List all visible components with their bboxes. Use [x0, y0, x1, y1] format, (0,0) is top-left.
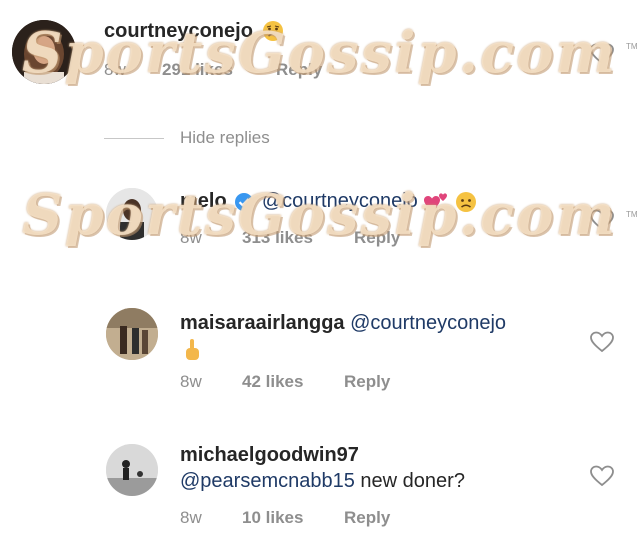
hide-replies-divider [104, 138, 164, 139]
trademark-mark: TM [626, 210, 638, 219]
sad-face-emoji [455, 191, 476, 212]
comment-meta: 8w 10 likes Reply [180, 508, 480, 530]
reply-button[interactable]: Reply [354, 228, 400, 248]
avatar-maisaraairlangga[interactable] [106, 308, 158, 360]
comment-line-melo: melo @courtneyconejo [180, 190, 477, 213]
heart-icon[interactable] [589, 330, 615, 354]
comment-meta: 8w 42 likes Reply [180, 372, 480, 394]
comment-michaelgoodwin97: michaelgoodwin97 @pearsemcnabb15 new don… [0, 436, 640, 546]
avatar-melo[interactable] [106, 188, 158, 240]
sad-face-emoji [262, 20, 284, 47]
heart-icon[interactable] [589, 464, 615, 488]
reply-button[interactable]: Reply [344, 372, 390, 392]
two-hearts-emoji [424, 193, 448, 211]
comment-maisaraairlangga: maisaraairlangga @courtneyconejo 8w 42 l… [0, 300, 640, 400]
comment-time: 8w [180, 228, 202, 247]
comment-time: 8w [180, 372, 202, 391]
mention-courtneyconejo[interactable]: @courtneyconejo [350, 312, 506, 334]
comment-time: 8w [104, 60, 126, 79]
trademark-mark: TM [626, 42, 638, 51]
middle-finger-emoji [186, 339, 199, 360]
heart-icon[interactable] [589, 208, 615, 232]
username-maisaraairlangga[interactable]: maisaraairlangga [180, 312, 345, 334]
heart-icon[interactable] [589, 42, 615, 66]
comment-body: new doner? [360, 470, 465, 492]
likes-count[interactable]: 291 likes [162, 60, 233, 80]
comment-line-maisaraairlangga: maisaraairlangga @courtneyconejo [180, 312, 506, 335]
username-courtneyconejo[interactable]: courtneyconejo [104, 20, 253, 43]
likes-count[interactable]: 10 likes [242, 508, 303, 528]
comment-text-michaelgoodwin97: @pearsemcnabb15 new doner? [180, 470, 465, 493]
mention-pearsemcnabb15[interactable]: @pearsemcnabb15 [180, 470, 355, 492]
comment-meta: 8w 313 likes Reply [180, 228, 480, 250]
avatar-michaelgoodwin97[interactable] [106, 444, 158, 496]
verified-badge-icon [235, 192, 254, 211]
comment-meta: 8w 291 likes Reply [104, 60, 404, 82]
comment-melo: melo @courtneyconejo 8w 313 likes Reply [0, 180, 640, 260]
avatar-courtneyconejo[interactable] [12, 20, 76, 84]
reply-button[interactable]: Reply [276, 60, 322, 80]
comment-courtneyconejo: courtneyconejo 8w 291 likes Reply [0, 0, 640, 110]
reply-button[interactable]: Reply [344, 508, 390, 528]
mention-courtneyconejo[interactable]: @courtneyconejo [262, 190, 418, 212]
username-melo[interactable]: melo [180, 190, 227, 212]
comment-time: 8w [180, 508, 202, 527]
hide-replies-label[interactable]: Hide replies [180, 128, 270, 148]
likes-count[interactable]: 42 likes [242, 372, 303, 392]
likes-count[interactable]: 313 likes [242, 228, 313, 248]
username-michaelgoodwin97[interactable]: michaelgoodwin97 [180, 444, 359, 467]
